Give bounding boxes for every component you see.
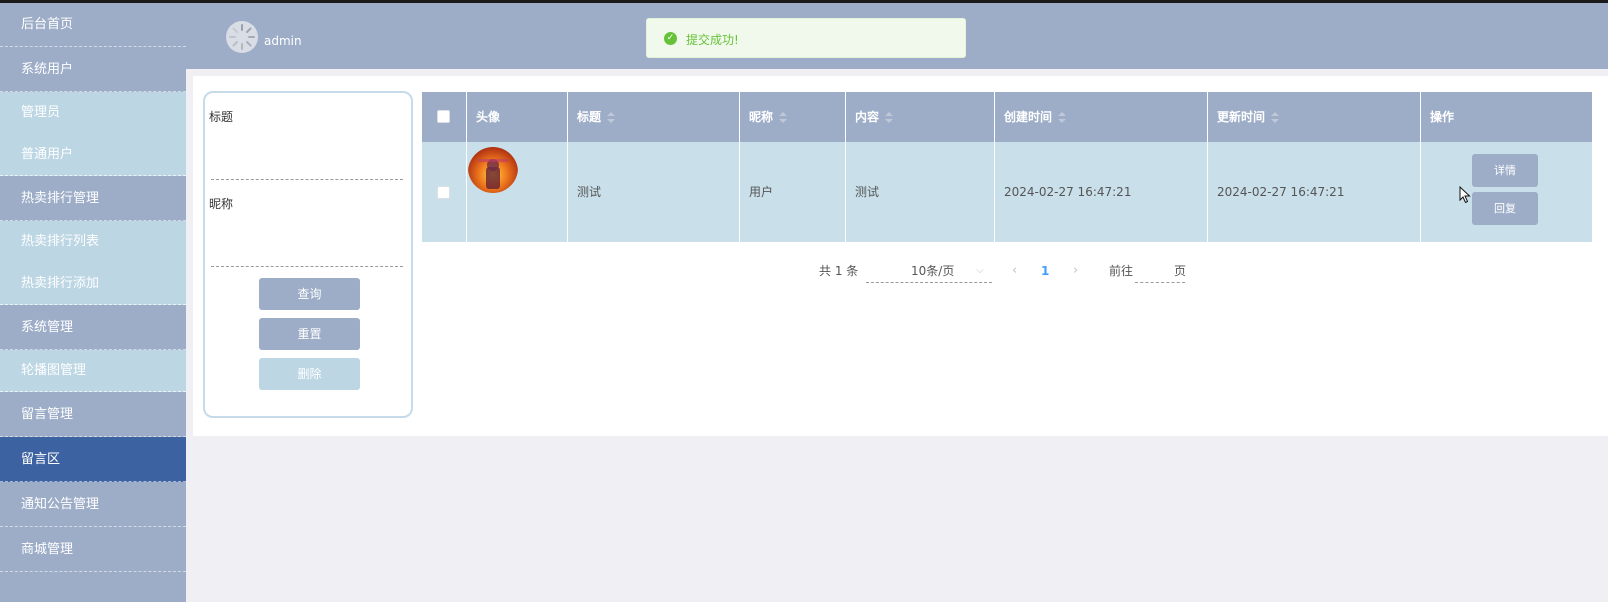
success-toast: ✓ 提交成功! xyxy=(646,18,966,58)
sort-icon[interactable] xyxy=(779,111,788,124)
next-page-icon[interactable]: › xyxy=(1073,259,1078,283)
check-circle-icon: ✓ xyxy=(664,32,677,45)
column-actions: 操作 xyxy=(1430,110,1455,124)
title-input[interactable] xyxy=(211,148,403,180)
prev-page-icon[interactable]: ‹ xyxy=(1012,259,1017,283)
sidebar-item-admins[interactable]: 管理员 xyxy=(0,92,186,134)
goto-prefix: 前往 xyxy=(1109,264,1134,278)
goto-suffix: 页 xyxy=(1174,264,1187,278)
sidebar-item-system-management[interactable]: 系统管理 xyxy=(0,305,186,350)
sidebar-item-hot-ranking-add[interactable]: 热卖排行添加 xyxy=(0,263,186,305)
avatar-cell xyxy=(467,142,568,242)
sidebar: 后台首页 系统用户 管理员 普通用户 热卖排行管理 热卖排行列表 热卖排行添加 … xyxy=(0,3,186,602)
nickname-field-label: 昵称 xyxy=(209,197,234,211)
mouse-cursor-icon xyxy=(1459,186,1471,204)
row-select-cell xyxy=(422,142,467,242)
column-title-label: 标题 xyxy=(577,110,602,124)
select-all-cell xyxy=(422,92,467,142)
column-avatar: 头像 xyxy=(467,92,568,142)
sidebar-item-hot-ranking-list[interactable]: 热卖排行列表 xyxy=(0,221,186,263)
avatar xyxy=(468,143,518,193)
updated-cell: 2024-02-27 16:47:21 xyxy=(1208,142,1421,242)
column-nickname[interactable]: 昵称 xyxy=(740,92,846,142)
username-label: admin xyxy=(264,34,302,48)
chevron-down-icon: ⌵ xyxy=(976,265,984,276)
column-content-label: 内容 xyxy=(855,110,880,124)
column-updated[interactable]: 更新时间 xyxy=(1208,92,1421,142)
table-header: 头像 标题 昵称 内容 创建时间 更新时间 操作 xyxy=(422,92,1592,142)
pagination-total: 共 1 条 xyxy=(819,264,859,278)
reset-button[interactable]: 重置 xyxy=(259,318,360,350)
delete-button[interactable]: 删除 xyxy=(259,358,360,390)
query-button[interactable]: 查询 xyxy=(259,278,360,310)
column-content[interactable]: 内容 xyxy=(846,92,995,142)
message-table: 头像 标题 昵称 内容 创建时间 更新时间 操作 测试 用户 测试 2024-0… xyxy=(422,92,1592,242)
sidebar-item-carousel[interactable]: 轮播图管理 xyxy=(0,350,186,392)
sidebar-item-normal-users[interactable]: 普通用户 xyxy=(0,134,186,176)
page-number[interactable]: 1 xyxy=(1041,259,1049,283)
nickname-input[interactable] xyxy=(211,235,403,267)
title-cell: 测试 xyxy=(568,142,740,242)
sidebar-item-home[interactable]: 后台首页 xyxy=(0,3,186,47)
sort-icon[interactable] xyxy=(1271,111,1280,124)
sort-icon[interactable] xyxy=(607,111,616,124)
column-title[interactable]: 标题 xyxy=(568,92,740,142)
actions-cell: 详情 回复 xyxy=(1421,142,1592,242)
nickname-cell: 用户 xyxy=(740,142,846,242)
content-cell: 测试 xyxy=(846,142,995,242)
detail-button[interactable]: 详情 xyxy=(1472,154,1538,187)
column-updated-label: 更新时间 xyxy=(1217,110,1266,124)
page-size-select[interactable]: 10条/页 ⌵ xyxy=(866,259,992,283)
column-nickname-label: 昵称 xyxy=(749,110,774,124)
sidebar-item-system-users[interactable]: 系统用户 xyxy=(0,47,186,92)
column-created[interactable]: 创建时间 xyxy=(995,92,1208,142)
main-content: 标题 昵称 查询 重置 删除 头像 标题 昵称 内容 创建时间 更新时间 操作 xyxy=(193,76,1608,436)
sort-icon[interactable] xyxy=(1058,111,1067,124)
sidebar-item-notice-management[interactable]: 通知公告管理 xyxy=(0,482,186,527)
title-field-label: 标题 xyxy=(209,110,234,124)
sort-icon[interactable] xyxy=(885,111,894,124)
sidebar-item-mall-management[interactable]: 商城管理 xyxy=(0,527,186,572)
loading-spinner-icon xyxy=(226,21,258,53)
sidebar-item-message-management[interactable]: 留言管理 xyxy=(0,392,186,437)
column-created-label: 创建时间 xyxy=(1004,110,1053,124)
sidebar-item-message-board[interactable]: 留言区 xyxy=(0,437,186,482)
reply-button[interactable]: 回复 xyxy=(1472,192,1538,225)
toast-message: 提交成功! xyxy=(686,33,739,47)
page-size-value: 10条/页 xyxy=(911,264,955,278)
search-panel: 标题 昵称 查询 重置 删除 xyxy=(203,91,413,418)
sidebar-item-hot-ranking[interactable]: 热卖排行管理 xyxy=(0,176,186,221)
row-checkbox[interactable] xyxy=(437,186,450,199)
table-row: 测试 用户 测试 2024-02-27 16:47:21 2024-02-27 … xyxy=(422,142,1592,242)
select-all-checkbox[interactable] xyxy=(437,110,450,123)
created-cell: 2024-02-27 16:47:21 xyxy=(995,142,1208,242)
